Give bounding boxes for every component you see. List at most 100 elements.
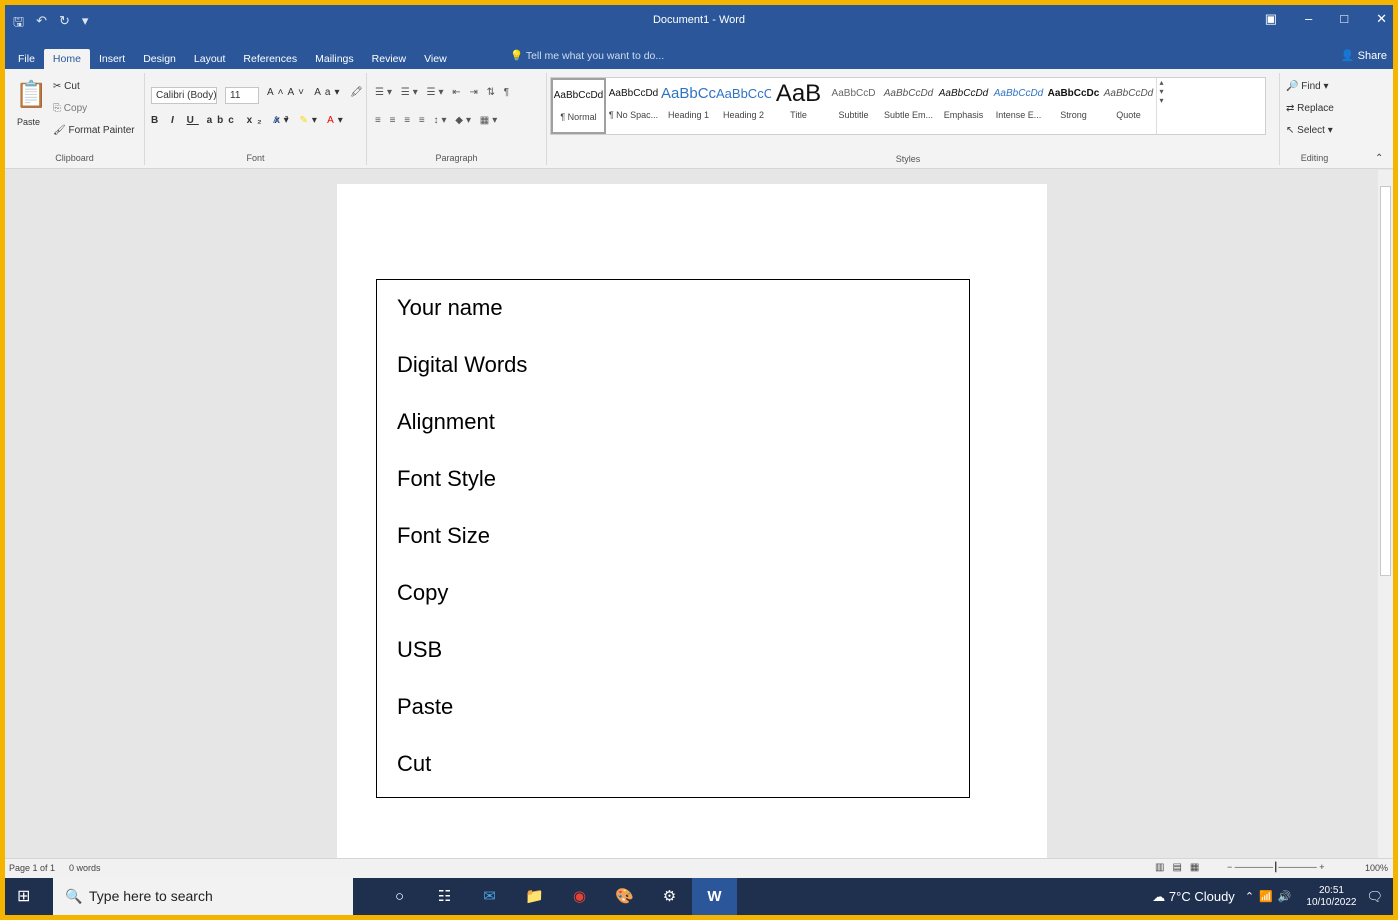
style-subtitle[interactable]: AaBbCcD Subtitle [826,78,881,134]
text-line[interactable]: USB [397,638,949,695]
tab-home[interactable]: Home [43,49,90,69]
text-box[interactable]: Your name Digital Words Alignment Font S… [376,279,970,798]
document-page[interactable]: Your name Digital Words Alignment Font S… [337,184,1047,864]
cut-button[interactable]: ✂ Cut [53,81,80,92]
clock[interactable]: 20:51 10/10/2022 [1306,885,1356,909]
weather-widget[interactable]: ☁ 7°C Cloudy [1152,889,1235,905]
vertical-scrollbar[interactable] [1378,170,1393,858]
cortana-icon[interactable]: ○ [377,878,422,915]
style-name: Subtitle [838,110,869,120]
font-format-buttons[interactable]: B I U abc x₂ x² [151,115,293,126]
style-heading-2[interactable]: AaBbCcC Heading 2 [716,78,771,134]
mail-icon[interactable]: ✉ [467,878,512,915]
person-icon: 👤 [1340,50,1355,62]
word-count[interactable]: 0 words [69,863,101,873]
close-icon[interactable]: ✕ [1376,11,1387,27]
chrome-icon[interactable]: ◉ [557,878,602,915]
file-explorer-icon[interactable]: 📁 [512,878,557,915]
tab-design[interactable]: Design [134,49,185,69]
view-buttons[interactable]: ▥▤▦ [1155,862,1207,873]
window-title: Document1 - Word [652,14,746,26]
text-line[interactable]: Your name [397,296,949,353]
text-line[interactable]: Font Style [397,467,949,524]
alignment-buttons[interactable]: ≡ ≡ ≡ ≡ ↕▾ ◆▾ ▦▾ [375,115,500,126]
tray-icons[interactable]: ⌃📶🔊 [1245,890,1297,903]
minimize-icon[interactable]: – [1305,11,1312,27]
find-button[interactable]: 🔎 Find ▾ [1286,81,1329,92]
settings-gear-icon[interactable]: ⚙ [647,878,692,915]
style-name: Emphasis [943,110,984,120]
windows-start-icon[interactable]: ⊞ [17,886,30,906]
style-heading-1[interactable]: AaBbCc Heading 1 [661,78,716,134]
notifications-icon[interactable]: 🗨 [1366,889,1383,905]
tab-view[interactable]: View [415,49,456,69]
font-color-buttons[interactable]: A▾ ✎▾ A▾ [273,115,347,126]
text-line[interactable]: Copy [397,581,949,638]
replace-icon: ⇄ [1286,103,1295,114]
font-group: Calibri (Body) 11 A˄A˅ Aa▾ 🖍 B I U abc x… [145,73,367,165]
lightbulb-icon: 💡 [510,50,524,62]
clipboard-group: 📋 Paste ✂ Cut ⎘ Copy 🖌 Format Painter Cl… [5,73,145,165]
style-preview: AaBbCc [661,85,716,102]
title-bar: 🖫 ↶ ↻ ▾ Document1 - Word ▣ – □ ✕ [5,5,1393,45]
tab-file[interactable]: File [9,49,44,69]
replace-button[interactable]: ⇄ Replace [1286,103,1334,114]
style-quote[interactable]: AaBbCcDd Quote [1101,78,1156,134]
style-no-spacing[interactable]: AaBbCcDd ¶ No Spac... [606,78,661,134]
ribbon-display-icon[interactable]: ▣ [1265,11,1277,27]
tab-review[interactable]: Review [363,49,415,69]
style-normal[interactable]: AaBbCcDd ¶ Normal [551,78,606,134]
taskbar-apps: ○ ☷ ✉ 📁 ◉ 🎨 ⚙ W [377,878,737,915]
tell-me-search[interactable]: 💡 Tell me what you want to do... [510,49,664,62]
paint-icon[interactable]: 🎨 [602,878,647,915]
word-window: 🖫 ↶ ↻ ▾ Document1 - Word ▣ – □ ✕ File Ho… [5,5,1393,915]
style-strong[interactable]: AaBbCcDc Strong [1046,78,1101,134]
word-app-icon[interactable]: W [692,878,737,915]
style-preview: AaBbCcD [831,88,876,99]
text-line[interactable]: Paste [397,695,949,752]
weather-label: 7°C Cloudy [1168,888,1235,904]
tab-mailings[interactable]: Mailings [306,49,363,69]
tab-layout[interactable]: Layout [185,49,235,69]
collapse-ribbon-icon[interactable]: ⌃ [1375,153,1383,164]
task-view-icon[interactable]: ☷ [422,878,467,915]
zoom-slider[interactable]: − ──────┃────── + [1227,862,1324,873]
text-line[interactable]: Font Size [397,524,949,581]
taskbar-search[interactable]: 🔍 Type here to search [53,878,353,915]
style-intense-emphasis[interactable]: AaBbCcDd Intense E... [991,78,1046,134]
text-line[interactable]: Alignment [397,410,949,467]
format-painter-button[interactable]: 🖌 Format Painter [53,125,135,136]
select-button[interactable]: ↖ Select ▾ [1286,125,1333,136]
font-size-controls[interactable]: A˄A˅ Aa▾ 🖍 [267,87,367,98]
page-count[interactable]: Page 1 of 1 [9,863,55,873]
editing-group: 🔎 Find ▾ ⇄ Replace ↖ Select ▾ Editing [1279,73,1349,165]
paste-icon[interactable]: 📋 [15,79,47,110]
style-emphasis[interactable]: AaBbCcDd Emphasis [936,78,991,134]
copy-button[interactable]: ⎘ Copy [53,103,87,114]
tab-references[interactable]: References [234,49,306,69]
paragraph-group-label: Paragraph [435,153,478,163]
list-buttons[interactable]: ☰▾ ☰▾ ☰▾ ⇤ ⇥ ⇅ ¶ [375,87,512,98]
zoom-level[interactable]: 100% [1365,863,1388,873]
style-title[interactable]: AaB Title [771,78,826,134]
font-size-select[interactable]: 11 [225,87,259,104]
text-line[interactable]: Cut [397,752,949,809]
ribbon-tabs: File Home Insert Design Layout Reference… [5,45,1393,69]
time: 20:51 [1318,884,1344,896]
styles-group-label: Styles [895,154,921,164]
style-subtle-emphasis[interactable]: AaBbCcDd Subtle Em... [881,78,936,134]
share-button[interactable]: 👤 Share [1341,49,1387,62]
format-painter-label: Format Painter [68,125,135,136]
find-label: Find [1301,81,1321,92]
status-bar: Page 1 of 1 0 words ▥▤▦ − ──────┃────── … [5,858,1393,878]
font-family-select[interactable]: Calibri (Body) [151,87,217,104]
tab-insert[interactable]: Insert [90,49,134,69]
style-preview: AaBbCcDd [553,90,604,101]
scrollbar-thumb[interactable] [1380,186,1391,576]
style-preview: AaBbCcDd [938,88,989,99]
restore-icon[interactable]: □ [1340,11,1348,27]
style-preview: AaBbCcDc [1047,88,1100,99]
text-line[interactable]: Digital Words [397,353,949,410]
paste-label[interactable]: Paste [17,117,40,127]
styles-more-icon[interactable]: ▴ ▾ ▾ [1156,78,1166,134]
